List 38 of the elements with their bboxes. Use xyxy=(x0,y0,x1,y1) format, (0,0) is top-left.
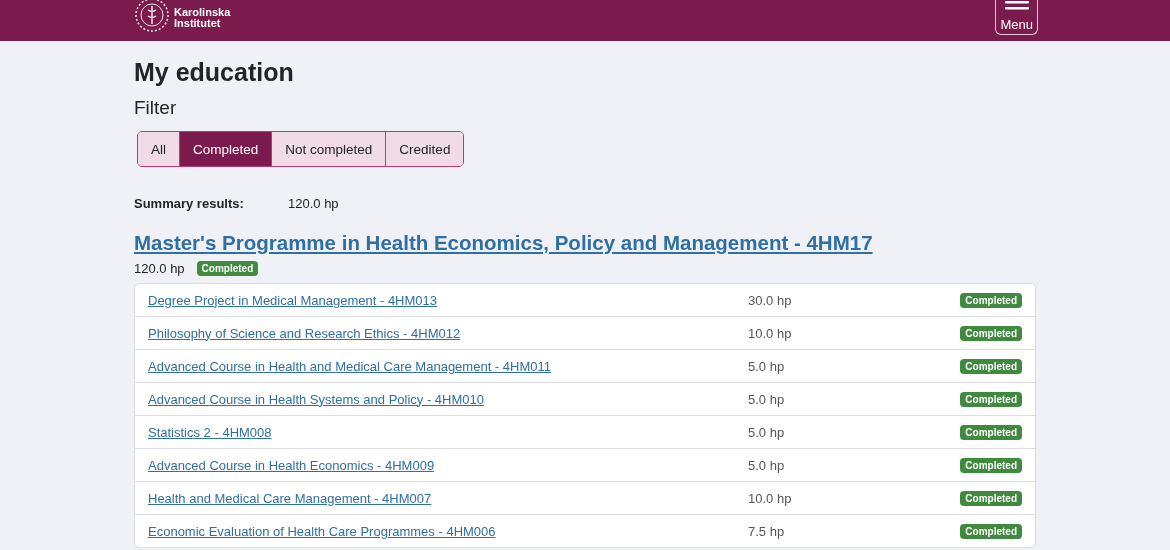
status-badge: Completed xyxy=(960,325,1022,341)
course-link[interactable]: Advanced Course in Health Economics - 4HM009 xyxy=(148,457,748,473)
course-link[interactable]: Degree Project in Medical Management - 4HM013 xyxy=(148,292,748,308)
filter-label: Filter xyxy=(134,97,178,119)
programme-credits: 120.0 hp xyxy=(134,261,185,276)
seal-logo-icon xyxy=(134,0,170,33)
course-credits: 10.0 hp xyxy=(748,325,793,341)
filter-tab[interactable]: Credited xyxy=(385,132,464,166)
course-link[interactable]: Advanced Course in Health and Medical Care Management - 4HM011 xyxy=(148,358,748,374)
course-link[interactable]: Economic Evaluation of Health Care Programmes - 4HM006 xyxy=(148,523,748,539)
summary-label: Summary results: xyxy=(134,196,245,211)
course-credits: 30.0 hp xyxy=(748,292,793,308)
status-badge: Completed xyxy=(960,358,1022,374)
course-credits: 5.0 hp xyxy=(748,457,786,473)
page-title: My education xyxy=(134,58,295,87)
summary-value: 120.0 hp xyxy=(288,196,339,211)
menu-button[interactable]: Menu xyxy=(995,0,1038,35)
status-badge: Completed xyxy=(960,490,1022,506)
course-link[interactable]: Advanced Course in Health Systems and Policy - 4HM010 xyxy=(148,391,748,407)
course-credits: 7.5 hp xyxy=(748,523,786,539)
status-badge: Completed xyxy=(196,261,259,276)
filter-tab[interactable]: Completed xyxy=(179,132,272,166)
status-badge: Completed xyxy=(960,292,1022,308)
course-credits: 5.0 hp xyxy=(748,424,786,440)
filter-tab[interactable]: Not completed xyxy=(271,132,386,166)
status-badge: Completed xyxy=(960,391,1022,407)
status-badge: Completed xyxy=(960,424,1022,440)
course-link[interactable]: Health and Medical Care Management - 4HM007 xyxy=(148,490,748,506)
course-link[interactable]: Philosophy of Science and Research Ethics - 4HM012 xyxy=(148,325,748,341)
course-link[interactable]: Statistics 2 - 4HM008 xyxy=(148,424,748,440)
status-badge: Completed xyxy=(960,457,1022,473)
course-credits: 10.0 hp xyxy=(748,490,793,506)
logo-text[interactable]: Karolinska Institutet xyxy=(174,7,231,29)
course-credits: 5.0 hp xyxy=(748,358,786,374)
status-badge: Completed xyxy=(960,523,1022,539)
filter-tab[interactable]: All xyxy=(138,132,179,166)
course-credits: 5.0 hp xyxy=(748,391,786,407)
programme-link[interactable]: Master's Programme in Health Economics, Policy and Management - 4HM17 xyxy=(134,231,873,255)
